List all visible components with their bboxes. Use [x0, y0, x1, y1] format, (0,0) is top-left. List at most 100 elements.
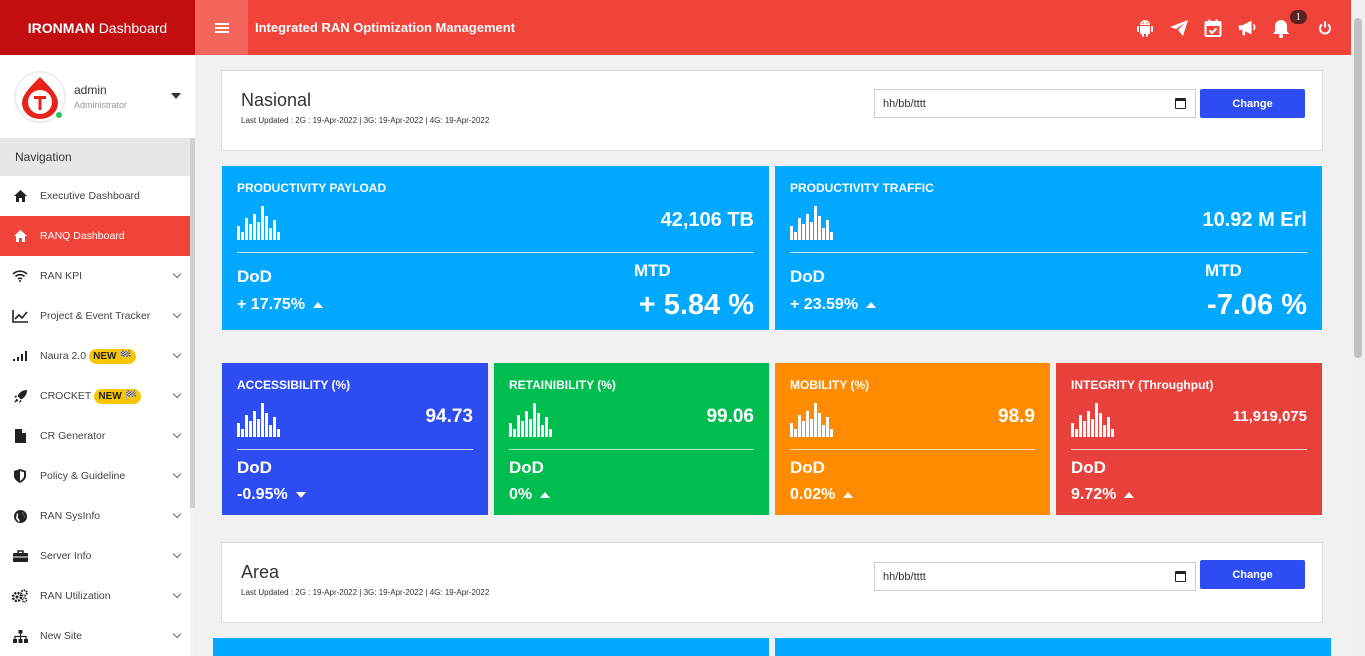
top-bar: Integrated RAN Optimization Management 1 — [195, 0, 1351, 55]
caret-up-icon — [866, 302, 877, 308]
brand-strong: IRONMAN — [27, 19, 95, 36]
brand-logo[interactable]: IRONMAN Dashboard — [0, 0, 195, 55]
line-chart-icon — [12, 308, 28, 324]
panel-title: Area — [241, 562, 280, 582]
user-name: admin — [74, 83, 107, 97]
calendar-icon[interactable] — [1175, 571, 1186, 582]
sidebar-item-naura[interactable]: Naura 2.0 NEW 🏁 — [0, 336, 195, 376]
sidebar-item-ran-kpi[interactable]: RAN KPI — [0, 256, 195, 296]
card-value: 42,106 TB — [660, 209, 754, 231]
sidebar-item-label: RANQ Dashboard — [40, 230, 125, 242]
bar-chart-icon — [509, 403, 552, 437]
card-divider — [790, 449, 1035, 450]
page-scrollbar-thumb[interactable] — [1354, 18, 1362, 358]
user-role: Administrator — [74, 100, 128, 110]
card-divider — [237, 449, 473, 450]
sidebar-item-ran-utilization[interactable]: RAN Utilization — [0, 576, 195, 616]
caret-up-icon — [1124, 492, 1135, 498]
dod-value-text: 0% — [509, 486, 533, 503]
dod-value-text: -0.95% — [237, 486, 288, 503]
card-value: 98.9 — [998, 406, 1035, 427]
chevron-down-icon — [172, 269, 182, 279]
sidebar-item-ranq-dashboard[interactable]: RANQ Dashboard — [0, 216, 195, 256]
dod-value: 0% — [509, 486, 551, 504]
card-divider — [790, 252, 1307, 253]
chevron-down-icon — [172, 429, 182, 439]
bar-chart-icon — [790, 403, 833, 437]
android-icon[interactable] — [1135, 18, 1155, 38]
send-icon[interactable] — [1169, 18, 1189, 38]
page-scrollbar[interactable] — [1351, 0, 1365, 656]
mtd-value: + 5.84 % — [638, 289, 754, 321]
card-title: INTEGRITY (Throughput) — [1071, 378, 1214, 392]
caret-down-icon[interactable] — [171, 93, 181, 99]
date-input[interactable]: hh/bb/tttt — [874, 562, 1196, 591]
dod-value: 0.02% — [790, 486, 854, 504]
card-divider — [509, 449, 754, 450]
mtd-value: -7.06 % — [1207, 289, 1307, 321]
sidebar-item-label: CR Generator — [40, 430, 106, 442]
date-placeholder: hh/bb/tttt — [883, 570, 926, 583]
sidebar-item-label: RAN Utilization — [40, 590, 111, 602]
sitemap-icon — [12, 628, 28, 644]
online-status-dot — [55, 110, 63, 119]
top-icons: 1 — [1135, 0, 1351, 55]
calendar-check-icon[interactable] — [1203, 18, 1223, 38]
chevron-down-icon — [172, 349, 182, 359]
dod-value-text: + 17.75% — [237, 296, 306, 313]
power-icon[interactable] — [1315, 18, 1335, 38]
user-profile[interactable]: admin Administrator — [0, 55, 195, 138]
file-icon — [12, 428, 28, 444]
panel-title: Nasional — [241, 90, 312, 110]
dod-value: + 17.75% — [237, 296, 324, 314]
last-updated-text: Last Updated : 2G : 19-Apr-2022 | 3G: 19… — [241, 588, 490, 597]
sidebar-item-label: CROCKET — [40, 390, 92, 402]
card-title: PRODUCTIVITY TRAFFIC — [790, 181, 934, 195]
dod-value: -0.95% — [237, 486, 306, 504]
card-value: 94.73 — [425, 406, 473, 427]
chevron-down-icon — [172, 309, 182, 319]
change-button[interactable]: Change — [1200, 89, 1305, 118]
cogs-icon — [12, 588, 28, 604]
sidebar-item-ran-sysinfo[interactable]: RAN SysInfo — [0, 496, 195, 536]
nav-header: Navigation — [0, 138, 195, 176]
sidebar-item-crocket[interactable]: CROCKET NEW 🏁 — [0, 376, 195, 416]
calendar-icon[interactable] — [1175, 98, 1186, 109]
sidebar-item-new-site[interactable]: New Site — [0, 616, 195, 656]
sidebar-item-policy-guideline[interactable]: Policy & Guideline — [0, 456, 195, 496]
sidebar-scrollbar[interactable] — [190, 138, 195, 656]
date-input[interactable]: hh/bb/tttt — [874, 89, 1196, 118]
app-title: Integrated RAN Optimization Management — [255, 20, 516, 35]
notification-count-badge: 1 — [1289, 9, 1307, 24]
retainibility-card: RETAINIBILITY (%) 99.06 DoD 0% — [494, 363, 769, 515]
caret-up-icon — [313, 302, 324, 308]
card-value: 10.92 M Erl — [1202, 209, 1307, 231]
dod-value-text: + 23.59% — [790, 296, 859, 313]
signal-icon — [12, 348, 28, 364]
productivity-payload-card: PRODUCTIVITY PAYLOAD 42,106 TB DoD + 17.… — [222, 166, 769, 330]
mtd-label: MTD — [1205, 261, 1242, 280]
dod-label: DoD — [237, 267, 272, 286]
bar-chart-icon — [1071, 403, 1114, 437]
bullhorn-icon[interactable] — [1237, 18, 1257, 38]
sidebar-item-cr-generator[interactable]: CR Generator — [0, 416, 195, 456]
bar-chart-icon — [790, 206, 833, 240]
card-title: ACCESSIBILITY (%) — [237, 378, 351, 392]
home-icon — [12, 228, 28, 244]
shield-icon — [12, 468, 28, 484]
sidebar-item-project-event-tracker[interactable]: Project & Event Tracker — [0, 296, 195, 336]
chevron-down-icon — [172, 629, 182, 639]
sidebar-item-executive-dashboard[interactable]: Executive Dashboard — [0, 176, 195, 216]
card-divider — [1071, 449, 1307, 450]
home-icon — [12, 188, 28, 204]
sidebar: admin Administrator Navigation Executive… — [0, 55, 195, 656]
sidebar-scrollbar-thumb[interactable] — [190, 138, 195, 508]
dod-label: DoD — [1071, 458, 1106, 477]
chevron-down-icon — [172, 389, 182, 399]
hamburger-menu-button[interactable] — [195, 0, 248, 55]
change-button[interactable]: Change — [1200, 560, 1305, 589]
bell-icon[interactable]: 1 — [1271, 9, 1307, 38]
sidebar-item-server-info[interactable]: Server Info — [0, 536, 195, 576]
globe-icon — [12, 508, 28, 524]
caret-up-icon — [540, 492, 551, 498]
